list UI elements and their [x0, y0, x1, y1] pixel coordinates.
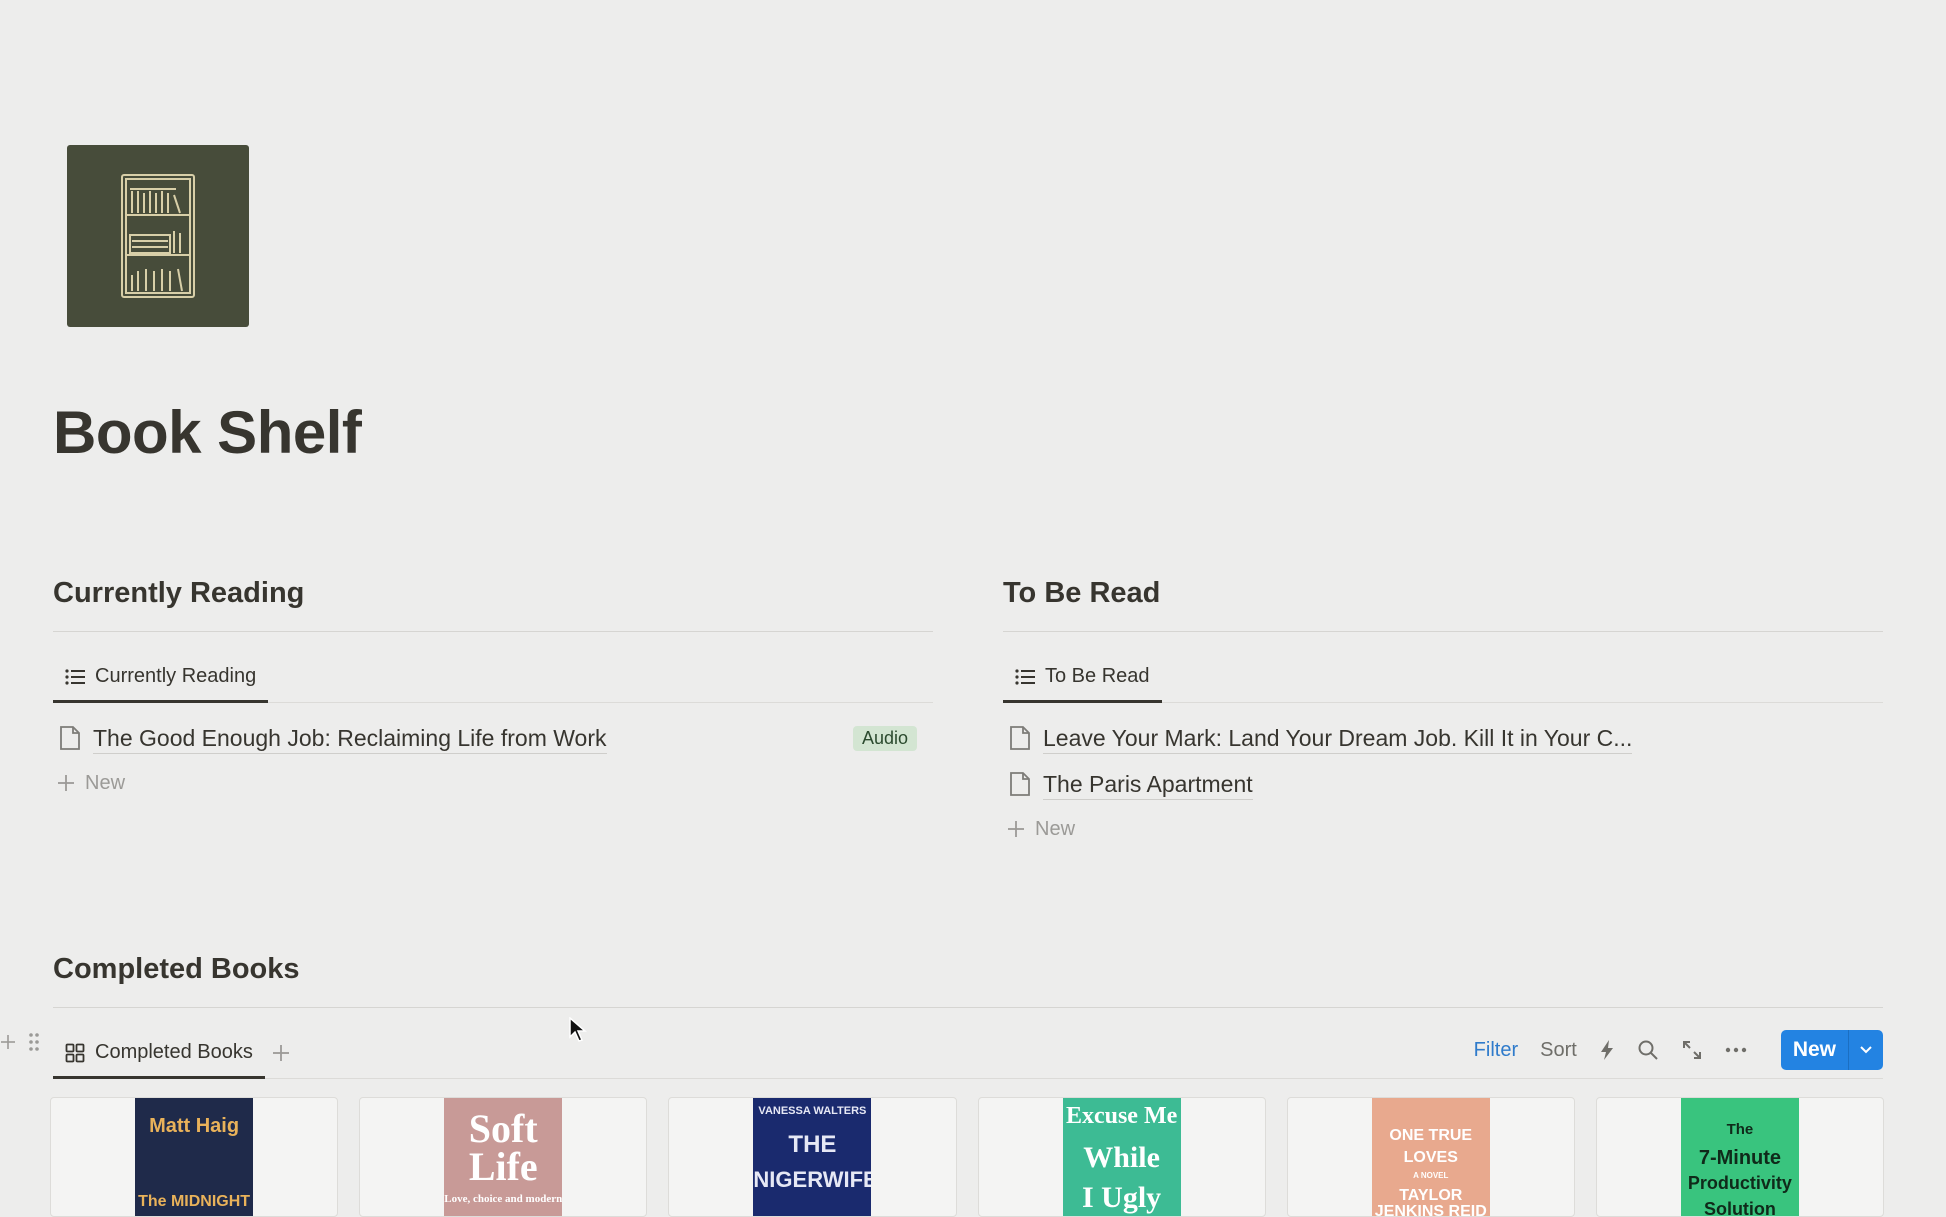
new-options-dropdown[interactable]	[1848, 1030, 1883, 1070]
tab-label: Currently Reading	[95, 665, 257, 687]
book-cover: Matt Haig The MIDNIGHT	[135, 1098, 254, 1216]
search-icon	[1638, 1040, 1658, 1060]
automation-button[interactable]	[1599, 1039, 1615, 1061]
completed-books-heading: Completed Books	[53, 953, 300, 985]
gallery-card[interactable]: Matt Haig The MIDNIGHT	[50, 1097, 339, 1217]
book-cover: Soft Life Love, choice and modern	[444, 1098, 563, 1216]
new-item-button[interactable]: New	[53, 761, 933, 805]
filter-button[interactable]: Filter	[1474, 1039, 1518, 1062]
list-item[interactable]: Leave Your Mark: Land Your Dream Job. Ki…	[1003, 715, 1883, 761]
currently-reading-section: Currently Reading Currently Reading The …	[53, 569, 933, 805]
tab-to-be-read[interactable]: To Be Read	[1003, 653, 1162, 703]
plus-icon	[1008, 821, 1024, 837]
book-title-link[interactable]: Leave Your Mark: Land Your Dream Job. Ki…	[1043, 723, 1633, 754]
lightning-icon	[1600, 1040, 1613, 1060]
book-cover-text: While	[1083, 1141, 1160, 1174]
more-options-button[interactable]	[1725, 1047, 1747, 1053]
block-handles	[0, 1032, 40, 1052]
mouse-cursor-icon	[569, 1017, 587, 1042]
chevron-down-icon	[1860, 1046, 1872, 1054]
database-toolbar: Filter Sort New	[1474, 1030, 1883, 1070]
book-cover-text: VANESSA WALTERS	[758, 1105, 867, 1117]
book-cover-text: I Ugly	[1082, 1181, 1162, 1214]
tab-completed-books[interactable]: Completed Books	[53, 1029, 265, 1079]
book-cover-text: THE	[788, 1131, 837, 1158]
book-cover: The 7-Minute Productivity Solution	[1680, 1098, 1799, 1217]
more-icon	[1725, 1047, 1747, 1053]
list-view-icon	[1015, 668, 1035, 685]
tab-label: To Be Read	[1045, 665, 1150, 687]
tab-currently-reading[interactable]: Currently Reading	[53, 653, 269, 703]
drag-handle-icon[interactable]	[28, 1032, 40, 1052]
book-cover-text: JENKINS REID	[1374, 1203, 1487, 1217]
tab-label: Completed Books	[95, 1041, 253, 1063]
new-label: New	[1035, 817, 1076, 840]
gallery-card[interactable]: The 7-Minute Productivity Solution	[1595, 1097, 1885, 1217]
plus-icon	[272, 1045, 289, 1061]
gallery-view-icon	[65, 1043, 85, 1062]
book-cover-text: Matt Haig	[149, 1115, 240, 1137]
new-item-button[interactable]: New	[1003, 807, 1883, 851]
book-cover-text: Life	[468, 1144, 538, 1189]
book-cover-text: 7-Minute	[1698, 1147, 1782, 1169]
plus-icon	[58, 775, 74, 791]
page-title: Book Shelf	[53, 399, 362, 466]
list-item[interactable]: The Good Enough Job: Reclaiming Life fro…	[53, 715, 933, 761]
gallery-card[interactable]: Excuse Me While I Ugly	[977, 1097, 1266, 1217]
new-label: New	[85, 771, 126, 794]
book-cover-text: NIGERWIFE	[753, 1167, 872, 1192]
page-icon-bookshelf[interactable]	[67, 145, 249, 327]
to-be-read-section: To Be Read To Be Read Leave Your Mark: L…	[1003, 569, 1883, 851]
book-cover-text: Productivity	[1687, 1173, 1792, 1193]
book-cover-text: LOVES	[1403, 1149, 1458, 1166]
gallery-card[interactable]: Soft Life Love, choice and modern	[359, 1097, 648, 1217]
list-item[interactable]: The Paris Apartment	[1003, 761, 1883, 807]
new-record-button[interactable]: New	[1780, 1030, 1848, 1070]
book-cover-text: A NOVEL	[1413, 1171, 1449, 1180]
book-cover: Excuse Me While I Ugly	[1062, 1098, 1181, 1216]
page-icon	[1010, 726, 1030, 750]
search-button[interactable]	[1637, 1039, 1659, 1061]
currently-reading-view-tabs: Currently Reading	[53, 632, 933, 703]
gallery-card[interactable]: ONE TRUE LOVES A NOVEL TAYLOR JENKINS REID	[1286, 1097, 1575, 1217]
list-view-icon	[65, 668, 85, 685]
completed-books-section: Completed Books Completed Books Filter S…	[53, 945, 1883, 1079]
book-cover: ONE TRUE LOVES A NOVEL TAYLOR JENKINS REID	[1371, 1098, 1490, 1217]
page-icon	[60, 726, 80, 750]
to-be-read-heading: To Be Read	[1003, 577, 1161, 609]
book-cover: VANESSA WALTERS THE NIGERWIFE	[753, 1098, 872, 1216]
page-icon	[1010, 772, 1030, 796]
sort-button[interactable]: Sort	[1540, 1039, 1577, 1062]
book-cover-text: The MIDNIGHT	[138, 1193, 251, 1210]
book-cover-text: Solution	[1703, 1199, 1776, 1217]
to-be-read-view-tabs: To Be Read	[1003, 632, 1883, 703]
gallery-card[interactable]: VANESSA WALTERS THE NIGERWIFE	[668, 1097, 957, 1217]
bookshelf-icon	[121, 174, 195, 298]
expand-button[interactable]	[1681, 1039, 1703, 1061]
format-tag: Audio	[852, 725, 917, 751]
completed-books-view-tabs: Completed Books Filter Sort New	[53, 1008, 1883, 1079]
book-cover-text: Excuse Me	[1065, 1103, 1178, 1129]
book-cover-text: ONE TRUE	[1389, 1127, 1473, 1144]
expand-icon	[1682, 1041, 1701, 1059]
book-title-link[interactable]: The Good Enough Job: Reclaiming Life fro…	[93, 723, 607, 754]
book-title-link[interactable]: The Paris Apartment	[1043, 769, 1253, 800]
add-view-button[interactable]	[271, 1028, 291, 1078]
currently-reading-heading: Currently Reading	[53, 577, 305, 609]
add-block-icon[interactable]	[0, 1034, 16, 1050]
new-record-split-button: New	[1780, 1030, 1883, 1070]
book-cover-text: The	[1726, 1121, 1754, 1138]
completed-books-gallery: Matt Haig The MIDNIGHT Soft Life Love, choi…	[50, 1097, 1885, 1217]
